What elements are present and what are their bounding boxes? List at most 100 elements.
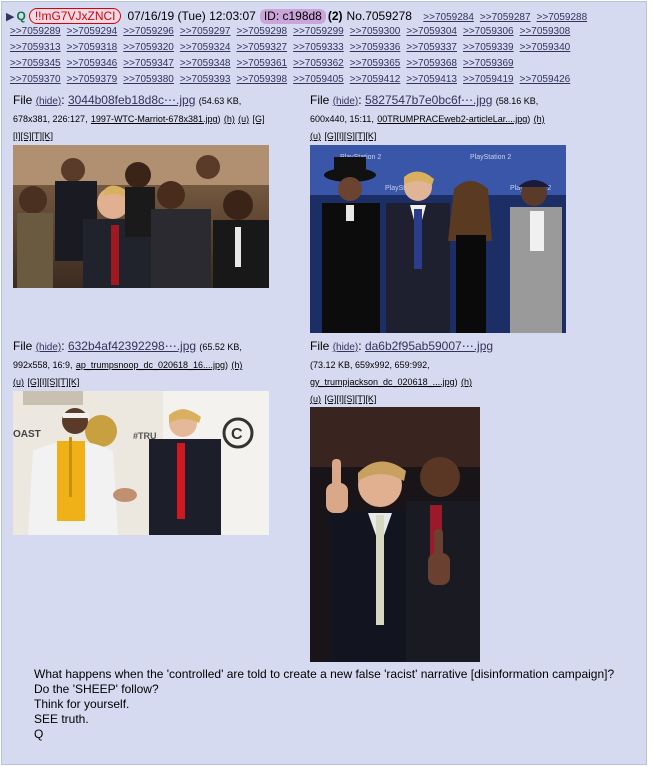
- backlink[interactable]: >>7059348: [180, 58, 231, 69]
- tool-link[interactable]: [G]: [324, 131, 336, 141]
- backlink[interactable]: >>7059426: [520, 74, 571, 85]
- tool-link[interactable]: (u): [13, 377, 24, 387]
- file-thumbnail-4[interactable]: [310, 407, 480, 662]
- backlink[interactable]: >>7059339: [463, 42, 514, 53]
- file-label: File: [13, 93, 33, 107]
- backlink[interactable]: >>7059368: [406, 58, 457, 69]
- tool-link[interactable]: [G]: [253, 114, 265, 124]
- tool-link[interactable]: [T]: [32, 131, 43, 141]
- file-name-link[interactable]: 632b4af42392298⋯.jpg: [68, 339, 196, 353]
- file-original-name[interactable]: gy_trumpjackson_dc_020618_....jpg: [310, 377, 455, 387]
- backlink[interactable]: >>7059361: [237, 58, 288, 69]
- tripcode-badge: !!mG7VJxZNCI: [28, 8, 122, 24]
- file-original-name[interactable]: ap_trumpsnoop_dc_020618_16....jpg: [76, 360, 225, 370]
- hide-file-link[interactable]: (hide): [333, 342, 359, 353]
- tool-link[interactable]: (h): [534, 114, 545, 124]
- backlink[interactable]: >>7059380: [123, 74, 174, 85]
- backlink[interactable]: >>7059313: [10, 42, 61, 53]
- backlink[interactable]: >>7059306: [463, 26, 514, 37]
- tool-link[interactable]: [I]: [13, 131, 21, 141]
- backlink[interactable]: >>7059365: [350, 58, 401, 69]
- backlink-row: >>7059370 >>7059379 >>7059380 >>7059393 >>70…: [10, 72, 642, 87]
- backlink[interactable]: >>7059327: [237, 42, 288, 53]
- backlink[interactable]: >>7059379: [67, 74, 118, 85]
- post-body-line: Q: [34, 727, 44, 741]
- backlink[interactable]: >>7059320: [123, 42, 174, 53]
- backlink[interactable]: >>7059340: [520, 42, 571, 53]
- backlink[interactable]: >>7059299: [293, 26, 344, 37]
- backlink[interactable]: >>7059318: [67, 42, 118, 53]
- backlink[interactable]: >>7059370: [10, 74, 61, 85]
- id-post-count: (2): [327, 9, 343, 23]
- backlink[interactable]: >>7059398: [237, 74, 288, 85]
- backlink[interactable]: >>7059419: [463, 74, 514, 85]
- backlink[interactable]: >>7059333: [293, 42, 344, 53]
- backlink-row: >>7059313 >>7059318 >>7059320 >>7059324 >>70…: [10, 40, 642, 55]
- backlink[interactable]: >>7059298: [237, 26, 288, 37]
- file-size: (54.63 KB,: [198, 96, 242, 106]
- backlink[interactable]: >>7059287: [480, 12, 531, 23]
- backlink[interactable]: >>7059336: [350, 42, 401, 53]
- tool-link[interactable]: [K]: [42, 131, 53, 141]
- tool-link[interactable]: [I]: [336, 394, 344, 404]
- backlink[interactable]: >>7059369: [463, 58, 514, 69]
- tool-link[interactable]: [I]: [39, 377, 47, 387]
- file-original-name[interactable]: 1997-WTC-Marriot-678x381.jpg: [91, 114, 218, 124]
- tool-link[interactable]: (u): [310, 131, 321, 141]
- tool-link[interactable]: [K]: [68, 377, 79, 387]
- file-label: File: [310, 339, 330, 353]
- backlink[interactable]: >>7059324: [180, 42, 231, 53]
- tool-link[interactable]: [S]: [344, 394, 355, 404]
- backlink[interactable]: >>7059296: [123, 26, 174, 37]
- tool-link[interactable]: [S]: [21, 131, 32, 141]
- backlink[interactable]: >>7059337: [406, 42, 457, 53]
- tool-link[interactable]: (u): [238, 114, 249, 124]
- hide-file-link[interactable]: (hide): [333, 96, 359, 107]
- tool-link[interactable]: [K]: [365, 394, 376, 404]
- backlink[interactable]: >>7059284: [423, 12, 474, 23]
- photo-thumbs-up: [310, 407, 480, 662]
- backlink[interactable]: >>7059405: [293, 74, 344, 85]
- file-thumbnail-3[interactable]: OAST #TRU C: [13, 391, 269, 535]
- backlink[interactable]: >>7059412: [350, 74, 401, 85]
- tool-link[interactable]: [I]: [336, 131, 344, 141]
- tool-link[interactable]: [T]: [355, 394, 366, 404]
- tool-link[interactable]: [K]: [365, 131, 376, 141]
- backlink[interactable]: >>7059300: [350, 26, 401, 37]
- backlink[interactable]: >>7059347: [123, 58, 174, 69]
- backlink[interactable]: >>7059346: [67, 58, 118, 69]
- tool-link[interactable]: [T]: [58, 377, 69, 387]
- tool-link[interactable]: [S]: [47, 377, 58, 387]
- post-menu-arrow-icon[interactable]: ▶: [6, 11, 14, 23]
- tool-link[interactable]: (h): [224, 114, 235, 124]
- tool-link[interactable]: (u): [310, 394, 321, 404]
- post-container: ▶ Q !!mG7VJxZNCI 07/16/19 (Tue) 12:03:07 ID:…: [1, 1, 647, 765]
- file-thumbnail-2[interactable]: PlayStation 2 PlayStation 2 PlayStation …: [310, 145, 566, 333]
- tool-link[interactable]: (h): [461, 377, 472, 387]
- hide-file-link[interactable]: (hide): [36, 96, 62, 107]
- backlink[interactable]: >>7059345: [10, 58, 61, 69]
- backlink[interactable]: >>7059294: [67, 26, 118, 37]
- hide-file-link[interactable]: (hide): [36, 342, 62, 353]
- backlink[interactable]: >>7059289: [10, 26, 61, 37]
- tool-link[interactable]: [T]: [355, 131, 366, 141]
- poster-id-badge[interactable]: ID: c198d8: [259, 9, 326, 24]
- file-thumbnail-1[interactable]: [13, 145, 269, 288]
- tool-link[interactable]: [G]: [324, 394, 336, 404]
- file-original-name[interactable]: 00TRUMPRACEweb2-articleLar....jpg: [377, 114, 527, 124]
- tool-link[interactable]: [G]: [27, 377, 39, 387]
- file-name-link[interactable]: 5827547b7e0bc6f⋯.jpg: [365, 93, 492, 107]
- backlink[interactable]: >>7059393: [180, 74, 231, 85]
- backlink[interactable]: >>7059304: [406, 26, 457, 37]
- backlink[interactable]: >>7059413: [406, 74, 457, 85]
- file-name-link[interactable]: 3044b08feb18d8c⋯.jpg: [68, 93, 195, 107]
- tool-link[interactable]: [S]: [344, 131, 355, 141]
- tool-link[interactable]: (h): [231, 360, 242, 370]
- file-name-link[interactable]: da6b2f95ab59007⋯.jpg: [365, 339, 493, 353]
- post-body-line: SEE truth.: [34, 712, 89, 726]
- backlink[interactable]: >>7059288: [537, 12, 588, 23]
- backlink[interactable]: >>7059362: [293, 58, 344, 69]
- backlink[interactable]: >>7059297: [180, 26, 231, 37]
- backlink[interactable]: >>7059308: [520, 26, 571, 37]
- post-number-link[interactable]: No.7059278: [347, 9, 412, 23]
